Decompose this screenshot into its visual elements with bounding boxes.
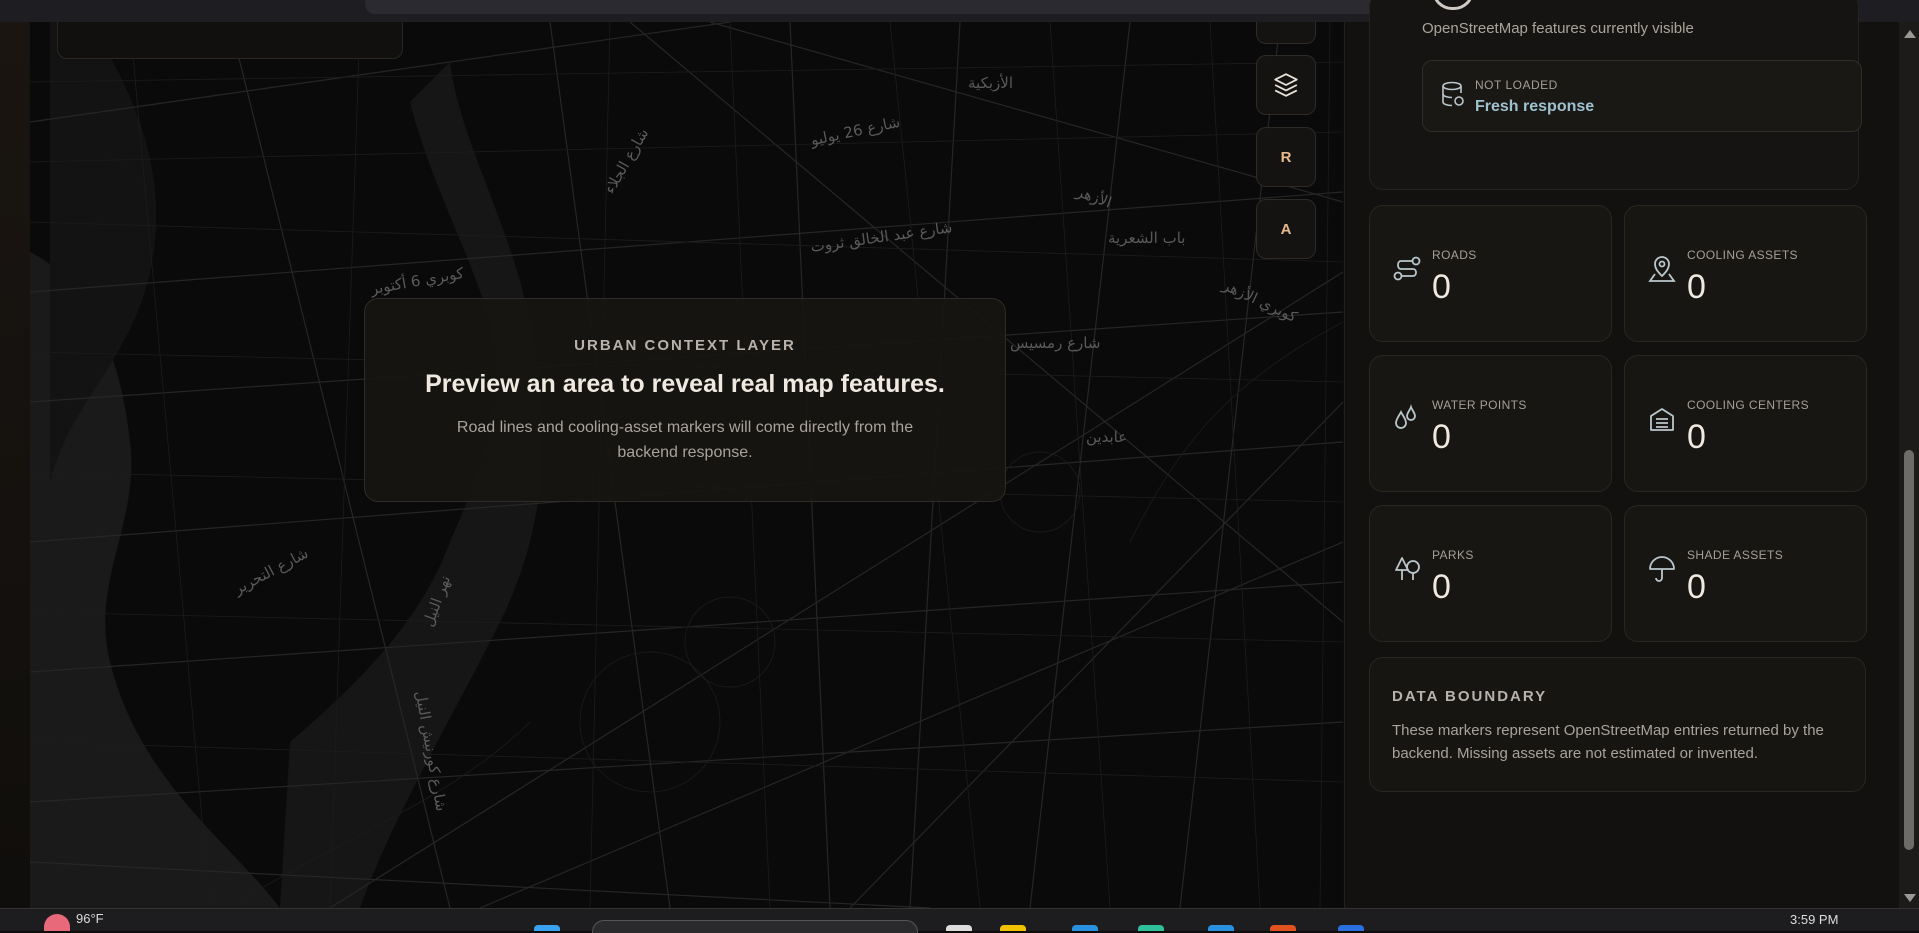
stat-value: 0	[1432, 418, 1451, 456]
summary-ring-icon	[1432, 0, 1474, 10]
address-bar[interactable]	[365, 0, 1530, 14]
stat-card-cooling-centers: COOLING CENTERS 0	[1624, 355, 1867, 492]
stat-value: 0	[1432, 268, 1451, 306]
map-label: الأزبكية	[968, 74, 1013, 92]
status-value: Fresh response	[1475, 98, 1595, 115]
empty-state-card: URBAN CONTEXT LAYER Preview an area to r…	[364, 298, 1006, 502]
features-visible-text: OpenStreetMap features currently visible	[1422, 20, 1694, 37]
boundary-title: DATA BOUNDARY	[1392, 688, 1548, 705]
feature-panel: OpenStreetMap features currently visible…	[1344, 0, 1900, 908]
taskbar-app-icon[interactable]	[1208, 925, 1234, 931]
taskbar-app-icon[interactable]	[1138, 925, 1164, 931]
stat-card-water-points: WATER POINTS 0	[1369, 355, 1612, 492]
overlay-headline: Preview an area to reveal real map featu…	[425, 370, 945, 398]
boundary-text: These markers represent OpenStreetMap en…	[1392, 722, 1824, 762]
database-icon	[1442, 81, 1464, 107]
stat-card-parks: PARKS 0	[1369, 505, 1612, 642]
taskbar-search[interactable]	[592, 920, 918, 933]
droplets-icon	[1395, 404, 1416, 429]
route-icon	[1393, 256, 1421, 281]
stat-value: 0	[1432, 568, 1451, 606]
stat-label: ROADS	[1432, 248, 1477, 262]
layers-icon	[1274, 73, 1298, 97]
weather-text: 96°F	[76, 911, 104, 926]
weather-icon	[44, 914, 70, 931]
scroll-up-icon[interactable]	[1904, 30, 1916, 38]
scroll-down-icon[interactable]	[1904, 894, 1916, 902]
map-control-button[interactable]	[1256, 22, 1316, 44]
taskbar-clock: 3:59 PM	[1790, 912, 1839, 927]
stat-card-shade-assets: SHADE ASSETS 0	[1624, 505, 1867, 642]
stat-label: COOLING CENTERS	[1687, 398, 1810, 412]
stat-label: COOLING ASSETS	[1687, 248, 1798, 262]
stat-card-roads: ROADS 0	[1369, 205, 1612, 342]
map-label: شارع رمسيس	[1010, 334, 1101, 352]
start-icon[interactable]	[534, 925, 560, 931]
map-label: باب الشعرية	[1108, 229, 1186, 247]
map-mode-a-button[interactable]: A	[1256, 199, 1316, 259]
map-label: عابدين	[1086, 428, 1128, 446]
map-pin-icon	[1648, 256, 1676, 282]
building-icon	[1650, 408, 1674, 431]
umbrella-icon	[1649, 556, 1675, 582]
load-status-box: NOT LOADED Fresh response	[1422, 60, 1862, 132]
map-canvas[interactable]: الأزبكية شارع 26 يوليو كوبري 6 أكتوبر با…	[30, 22, 1343, 908]
stat-label: PARKS	[1432, 548, 1474, 562]
status-label: NOT LOADED	[1475, 78, 1558, 92]
page-scrollbar[interactable]	[1899, 22, 1919, 908]
left-gutter	[0, 22, 31, 908]
stat-value: 0	[1687, 268, 1706, 306]
summary-card: OpenStreetMap features currently visible…	[1369, 0, 1862, 190]
taskbar-app-icon[interactable]	[1072, 925, 1098, 931]
taskbar-app-icon[interactable]	[1270, 925, 1296, 931]
stat-value: 0	[1687, 418, 1706, 456]
os-taskbar: 96°F 3:59 PM	[0, 908, 1919, 933]
overlay-description: Road lines and cooling-asset markers wil…	[456, 419, 914, 461]
stat-card-cooling-assets: COOLING ASSETS 0	[1624, 205, 1867, 342]
stat-label: SHADE ASSETS	[1687, 548, 1784, 562]
map-mode-r-button[interactable]: R	[1256, 127, 1316, 187]
layers-button[interactable]	[1256, 55, 1316, 115]
trees-icon	[1395, 557, 1420, 580]
map-search-card[interactable]	[57, 22, 403, 59]
taskbar-app-icon[interactable]	[1000, 925, 1026, 931]
data-boundary-card: DATA BOUNDARY These markers represent Op…	[1369, 657, 1866, 792]
stat-value: 0	[1687, 568, 1706, 606]
overlay-kicker: URBAN CONTEXT LAYER	[574, 337, 796, 354]
taskbar-app-icon[interactable]	[946, 925, 972, 931]
stat-label: WATER POINTS	[1432, 398, 1527, 412]
taskbar-app-icon[interactable]	[1338, 925, 1364, 931]
scrollbar-thumb[interactable]	[1904, 450, 1914, 850]
